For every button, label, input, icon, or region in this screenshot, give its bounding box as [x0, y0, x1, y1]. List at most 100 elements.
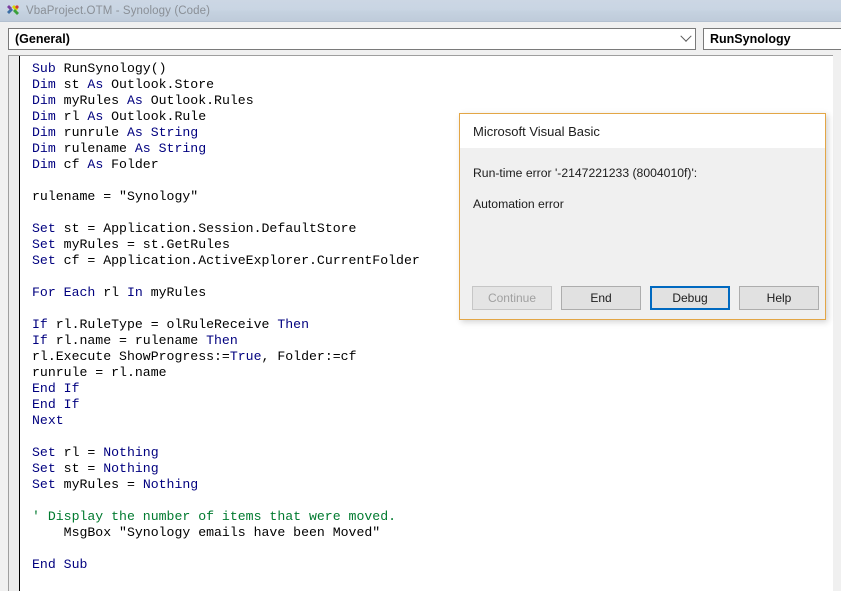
code-token: rl.RuleType = olRuleReceive — [47, 317, 278, 332]
code-token: Nothing — [103, 461, 159, 476]
code-token: RunSynology() — [55, 61, 167, 76]
code-token: String — [150, 141, 207, 156]
error-code-text: Run-time error '-2147221233 (8004010f)': — [473, 166, 698, 180]
code-token: Dim — [32, 77, 56, 92]
code-line: Sub RunSynology() — [32, 61, 420, 77]
code-token: True — [229, 349, 262, 364]
chevron-down-icon[interactable] — [676, 29, 695, 49]
code-token: Outlook.Rule — [103, 109, 207, 124]
code-token: st = — [55, 461, 104, 476]
code-line: Set myRules = Nothing — [32, 477, 420, 493]
dialog-titlebar: Microsoft Visual Basic — [460, 114, 825, 148]
code-line: Dim rulename As String — [32, 141, 420, 157]
code-window-toolbar: (General) RunSynology — [0, 22, 841, 55]
code-token: Then — [206, 333, 238, 348]
code-line: Set cf = Application.ActiveExplorer.Curr… — [32, 253, 420, 269]
code-line: Dim runrule As String — [32, 125, 420, 141]
code-token: In — [126, 285, 143, 300]
code-token: Folder — [103, 157, 159, 172]
code-token: Set — [32, 461, 56, 476]
code-token: st — [55, 77, 88, 92]
continue-button: Continue — [472, 286, 552, 310]
code-token: Dim — [32, 93, 56, 108]
code-line: Set st = Application.Session.DefaultStor… — [32, 221, 420, 237]
code-token: rl.Execute ShowProgress:= — [32, 349, 230, 364]
code-token: Next — [32, 413, 64, 428]
code-text[interactable]: Sub RunSynology() Dim st As Outlook.Store… — [32, 61, 420, 573]
code-token: Nothing — [142, 477, 199, 492]
code-token: Dim — [32, 125, 56, 140]
code-token: rulename — [55, 141, 135, 156]
code-line: MsgBox "Synology emails have been Moved" — [32, 525, 420, 541]
help-button[interactable]: Help — [739, 286, 819, 310]
debug-button[interactable]: Debug — [650, 286, 730, 310]
code-line: Dim rl As Outlook.Rule — [32, 109, 420, 125]
code-token: myRules = st.GetRules — [55, 237, 230, 252]
object-dropdown[interactable]: (General) — [8, 28, 696, 50]
code-token: rl.name = rulename — [47, 333, 207, 348]
code-token: As — [87, 109, 104, 124]
code-token: Set — [32, 237, 56, 252]
code-token: String — [142, 125, 199, 140]
code-token: MsgBox "Synology emails have been Moved" — [32, 525, 381, 540]
code-token: As — [87, 157, 104, 172]
code-line: Dim st As Outlook.Store — [32, 77, 420, 93]
dialog-title: Microsoft Visual Basic — [473, 123, 600, 139]
object-dropdown-value: (General) — [15, 32, 70, 46]
end-button[interactable]: End — [561, 286, 641, 310]
code-token: rulename = "Synology" — [32, 189, 199, 204]
window-title: VbaProject.OTM - Synology (Code) — [26, 4, 211, 17]
code-line: For Each rl In myRules — [32, 285, 420, 301]
code-token: rl = — [55, 445, 104, 460]
code-line: Set rl = Nothing — [32, 445, 420, 461]
code-token: runrule = rl.name — [32, 365, 167, 380]
code-line: If rl.RuleType = olRuleReceive Then — [32, 317, 420, 333]
code-token: Set — [32, 445, 56, 460]
code-token: runrule — [55, 125, 127, 140]
code-line: End If — [32, 381, 420, 397]
vba-project-icon — [5, 3, 21, 19]
margin-indicator-bar[interactable] — [9, 56, 20, 591]
code-line: Dim myRules As Outlook.Rules — [32, 93, 420, 109]
procedure-dropdown[interactable]: RunSynology — [703, 28, 841, 50]
code-line: End Sub — [32, 557, 420, 573]
code-line: End If — [32, 397, 420, 413]
code-token: End Sub — [32, 557, 88, 572]
code-token: Then — [277, 317, 309, 332]
code-token: If — [32, 333, 48, 348]
code-token: myRules — [55, 93, 127, 108]
code-token: Outlook.Rules — [142, 93, 254, 108]
code-token: rl — [95, 285, 127, 300]
code-token: Nothing — [103, 445, 159, 460]
code-line: Set st = Nothing — [32, 461, 420, 477]
code-token: myRules — [142, 285, 207, 300]
vba-code-window: VbaProject.OTM - Synology (Code) (Genera… — [0, 0, 841, 591]
code-token: If — [32, 317, 48, 332]
code-line: runrule = rl.name — [32, 365, 420, 381]
code-token: Sub — [32, 61, 56, 76]
code-token: Dim — [32, 157, 56, 172]
dialog-button-row: Continue End Debug Help — [460, 286, 825, 310]
code-token: For Each — [32, 285, 96, 300]
code-line: rulename = "Synology" — [32, 189, 420, 205]
code-line: Next — [32, 413, 420, 429]
code-line: rl.Execute ShowProgress:=True, Folder:=c… — [32, 349, 420, 365]
code-token: As — [126, 125, 143, 140]
window-titlebar[interactable]: VbaProject.OTM - Synology (Code) — [0, 0, 841, 22]
code-token: Set — [32, 253, 56, 268]
code-token: Outlook.Store — [103, 77, 215, 92]
code-token: End If — [32, 381, 80, 396]
code-line: ' Display the number of items that were … — [32, 509, 420, 525]
code-token: End If — [32, 397, 80, 412]
code-line: Dim cf As Folder — [32, 157, 420, 173]
code-line: If rl.name = rulename Then — [32, 333, 420, 349]
code-token: As — [134, 141, 151, 156]
code-token: Dim — [32, 141, 56, 156]
dialog-body: Run-time error '-2147221233 (8004010f)':… — [460, 148, 825, 286]
code-token: st = Application.Session.DefaultStore — [55, 221, 357, 236]
